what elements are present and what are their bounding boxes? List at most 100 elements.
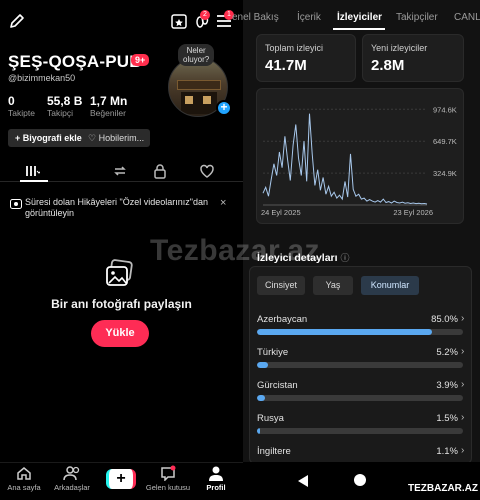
- active-tab-indicator: [20, 180, 48, 182]
- empty-state-title: Bir anı fotoğrafı paylaşın: [51, 297, 192, 311]
- total-viewers-value: 41.7M: [265, 57, 307, 74]
- country-name: Azerbaycan: [257, 314, 308, 325]
- repost-icon[interactable]: [112, 163, 128, 179]
- country-percent: 1.5%: [436, 413, 458, 424]
- profile-badge: 9+: [131, 54, 150, 66]
- nav-friends[interactable]: Arkadaşlar: [48, 465, 96, 492]
- stat-value: 1,7 Mn: [90, 94, 128, 108]
- corner-watermark: TEZBAZAR.AZ: [405, 482, 480, 495]
- filter-locations[interactable]: Konumlar: [361, 276, 419, 295]
- country-bar-fill: [257, 395, 266, 401]
- country-name: Rusya: [257, 413, 284, 424]
- back-triangle-icon[interactable]: [297, 474, 309, 488]
- new-viewers-label: Yeni izleyiciler: [371, 43, 428, 53]
- new-viewers-value: 2.8M: [371, 57, 405, 74]
- inbox-icon: [161, 465, 176, 481]
- stat-label: Takipte: [8, 108, 35, 118]
- country-bar-fill: [257, 362, 268, 368]
- create-plus-icon[interactable]: +: [106, 469, 136, 489]
- nav-label: Profil: [206, 483, 226, 492]
- stat-following[interactable]: 0 Takipte: [8, 94, 35, 118]
- country-bar-track: [257, 362, 463, 368]
- stat-likes[interactable]: 1,7 Mn Beğeniler: [90, 94, 127, 118]
- chevron-right-icon[interactable]: ›: [461, 379, 464, 390]
- country-name: Gürcistan: [257, 380, 298, 391]
- avatar-sign: [177, 80, 221, 90]
- upload-button[interactable]: Yükle: [91, 320, 149, 347]
- country-bar-fill: [257, 329, 433, 335]
- stat-label: Takipçi: [47, 108, 73, 118]
- hobbies-button[interactable]: ♡ Hobilerim...: [82, 129, 151, 147]
- nav-label: Ana sayfa: [7, 483, 41, 492]
- tab-overview[interactable]: enel Bakış: [232, 12, 279, 23]
- total-viewers-label: Toplam izleyici: [265, 43, 324, 53]
- add-bio-button[interactable]: + Biyografi ekle: [8, 129, 89, 147]
- nav-inbox[interactable]: Gelen kutusu: [144, 465, 192, 492]
- home-icon: [17, 467, 31, 480]
- profile-icon: [209, 466, 223, 481]
- viewers-line-chart: 974.6K 649.7K 324.9K 24 Eyl 2025 23 Eyl 2026: [261, 105, 457, 217]
- calendar-star-icon[interactable]: [170, 12, 188, 30]
- chevron-right-icon[interactable]: ›: [461, 412, 464, 423]
- grid-videos-icon[interactable]: [24, 163, 40, 179]
- y-tick-label: 649.7K: [433, 137, 457, 146]
- friends-icon: [63, 466, 80, 481]
- info-icon[interactable]: ⓘ: [340, 253, 349, 263]
- new-viewers-card: Yeni izleyiciler 2.8M: [362, 34, 464, 82]
- total-viewers-card: Toplam izleyici 41.7M: [256, 34, 356, 82]
- profile-handle: @bizimmekan50: [8, 73, 76, 83]
- active-tab-indicator: [333, 28, 385, 30]
- stat-value: 55,8 B: [47, 94, 83, 108]
- x-tick-label: 24 Eyl 2025: [261, 208, 301, 217]
- hobbies-label: Hobilerim...: [98, 133, 145, 143]
- photo-stack-icon: [106, 259, 133, 286]
- country-percent: 85.0%: [431, 314, 458, 325]
- heart-icon: ♡: [88, 133, 99, 143]
- story-archive-icon: [10, 199, 22, 209]
- watermark: Tezbazar.az: [150, 234, 321, 267]
- nav-label: Gelen kutusu: [145, 483, 191, 492]
- avatar-light: [185, 96, 193, 104]
- profile-name: ŞEŞ-QOŞA-PUB: [8, 52, 142, 71]
- whats-happening-bubble[interactable]: Neler oluyor?: [178, 44, 215, 66]
- stat-label: Beğeniler: [90, 108, 126, 118]
- edit-pencil-icon[interactable]: [8, 12, 26, 30]
- bubble-text: Neler oluyor?: [183, 46, 210, 64]
- chevron-right-icon[interactable]: ›: [461, 445, 464, 456]
- tab-viewers[interactable]: İzleyiciler: [337, 12, 382, 23]
- country-name: İngiltere: [257, 446, 291, 457]
- country-percent: 3.9%: [436, 380, 458, 391]
- country-bar-track: [257, 395, 463, 401]
- stories-notice-text[interactable]: Süresi dolan Hikâyeleri "Özel videoların…: [25, 197, 215, 219]
- tab-content[interactable]: İçerik: [297, 12, 321, 23]
- nav-profile[interactable]: Profil: [192, 465, 240, 492]
- nav-home[interactable]: Ana sayfa: [0, 465, 48, 492]
- filter-age[interactable]: Yaş: [313, 276, 353, 295]
- add-story-plus-icon[interactable]: +: [216, 100, 232, 116]
- tab-followers[interactable]: Takipçiler: [396, 12, 438, 23]
- country-bar-track: [257, 428, 463, 434]
- x-tick-label: 23 Eyl 2026: [393, 208, 433, 217]
- country-name: Türkiye: [257, 347, 289, 358]
- y-tick-label: 324.9K: [433, 169, 457, 178]
- y-tick-label: 974.6K: [433, 105, 457, 114]
- country-percent: 5.2%: [436, 347, 458, 358]
- country-percent: 1.1%: [436, 446, 458, 457]
- stat-value: 0: [8, 94, 15, 108]
- heart-tab-icon[interactable]: [199, 163, 215, 179]
- chevron-right-icon[interactable]: ›: [461, 313, 464, 324]
- close-icon[interactable]: ×: [220, 197, 226, 209]
- chevron-right-icon[interactable]: ›: [461, 346, 464, 357]
- home-circle-icon[interactable]: [353, 473, 367, 487]
- country-bar-fill: [257, 428, 261, 434]
- avatar-light: [203, 96, 211, 104]
- footprint-badge: 2: [200, 10, 210, 20]
- viewers-series-line: [262, 113, 428, 205]
- country-bar-track: [257, 329, 463, 335]
- stat-followers[interactable]: 55,8 B Takipçi: [47, 94, 82, 118]
- nav-label: Arkadaşlar: [54, 483, 90, 492]
- lock-icon[interactable]: [152, 163, 168, 179]
- viewers-chart-card: 974.6K 649.7K 324.9K 24 Eyl 2025 23 Eyl 2026: [256, 88, 464, 224]
- tab-live[interactable]: CANL: [454, 12, 480, 23]
- filter-gender[interactable]: Cinsiyet: [257, 276, 305, 295]
